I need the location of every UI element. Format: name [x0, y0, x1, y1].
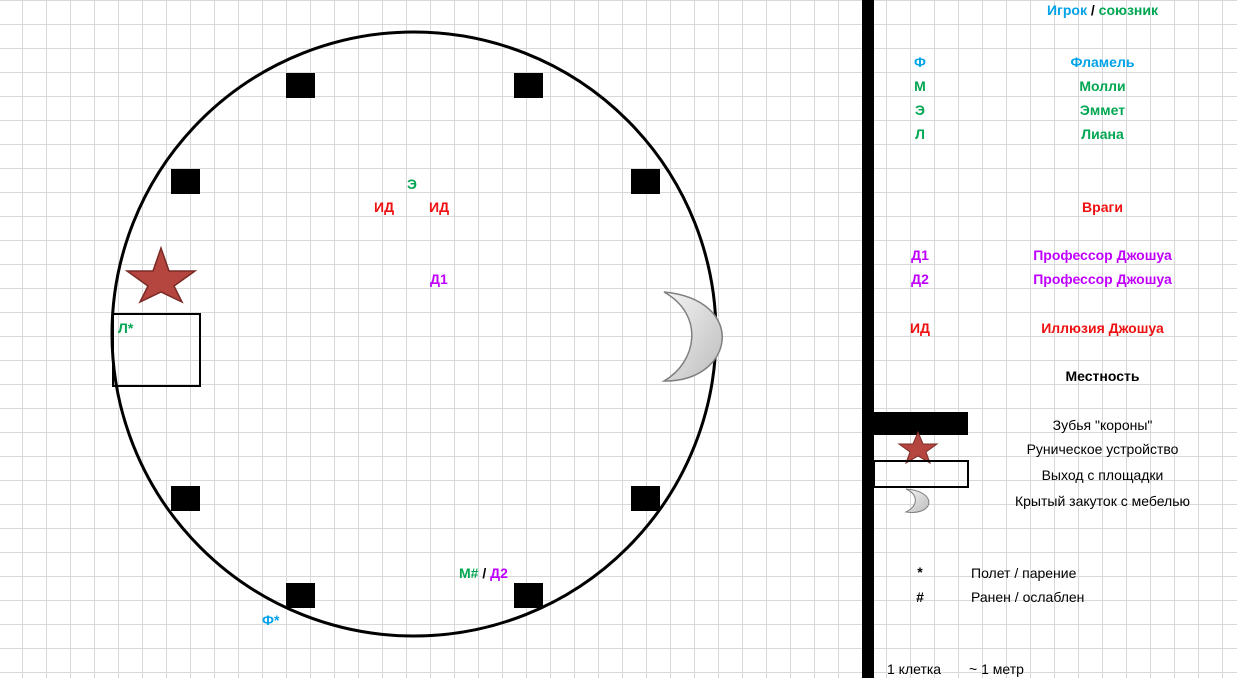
legend-name-flamel: Фламель	[1070, 54, 1135, 70]
legend-header: Игрок / союзник	[968, 2, 1237, 18]
legend-header-separator: /	[1090, 2, 1095, 18]
legend-symbol-d1: Д1	[911, 247, 929, 263]
token-emmet: Э	[407, 176, 417, 192]
legend-name-liana: Лиана	[1081, 126, 1124, 142]
legend-terrain-covered-nook: Крытый закуток с мебелью	[1014, 493, 1191, 509]
legend-symbol-flying: *	[917, 564, 923, 580]
legend-terrain-exit: Выход с площадки	[1041, 467, 1164, 483]
token-group-molly-d2: М# / Д2	[459, 565, 508, 581]
legend-terrain-title: Местность	[1065, 368, 1140, 384]
legend-header-player: Игрок	[1046, 2, 1087, 18]
token-professor-joshua-d1: Д1	[430, 271, 448, 287]
token-illusion-joshua: ИД	[374, 199, 395, 215]
crown-tooth	[631, 486, 660, 511]
legend-terrain-crown-teeth: Зубья "короны"	[1052, 417, 1153, 433]
legend-name-emmet: Эммет	[1079, 102, 1126, 118]
token-illusion-joshua: ИД	[429, 199, 450, 215]
token-flamel: Ф*	[262, 612, 280, 628]
legend-name-d1: Профессор Джошуа	[1033, 247, 1172, 263]
legend-symbol-flamel: Ф	[914, 54, 926, 70]
legend-name-molly: Молли	[1079, 78, 1126, 94]
token-liana: Л*	[118, 320, 134, 336]
crown-tooth	[171, 169, 200, 194]
crescent-legend-icon	[904, 488, 930, 513]
legend-symbol-illusion: ИД	[909, 320, 931, 336]
crown-arena-circle	[110, 30, 718, 638]
legend-symbol-d2: Д2	[911, 271, 929, 287]
crown-tooth	[286, 73, 315, 98]
crown-tooth	[514, 73, 543, 98]
legend-symbol-molly: М	[914, 78, 926, 94]
crown-tooth-legend-icon	[874, 412, 968, 435]
token-molly: М#	[459, 565, 479, 581]
legend-scale-unit: 1 клетка	[887, 661, 942, 677]
legend-enemies-title: Враги	[1082, 199, 1123, 215]
crown-tooth	[286, 583, 315, 608]
legend-symbol-emmet: Э	[915, 102, 925, 118]
crown-tooth	[171, 486, 200, 511]
rune-device-star-icon	[124, 245, 198, 304]
legend-terrain-rune-device: Руническое устройство	[1026, 441, 1179, 457]
crown-tooth	[631, 169, 660, 194]
legend-condition-flying: Полет / парение	[971, 565, 1077, 581]
legend-name-d2: Профессор Джошуа	[1033, 271, 1172, 287]
token-professor-joshua-d2: Д2	[490, 565, 508, 581]
legend-header-ally: союзник	[1098, 2, 1158, 18]
crown-tooth	[514, 583, 543, 608]
legend-scale-value: ~ 1 метр	[969, 661, 1024, 677]
legend-symbol-liana: Л	[915, 126, 925, 142]
exit-legend-icon	[873, 460, 969, 488]
token-separator: /	[482, 565, 487, 581]
legend-condition-wounded: Ранен / ослаблен	[971, 589, 1085, 605]
legend-symbol-wounded: #	[916, 589, 924, 605]
star-legend-icon	[897, 430, 939, 465]
legend-name-illusion: Иллюзия Джошуа	[1041, 320, 1164, 336]
